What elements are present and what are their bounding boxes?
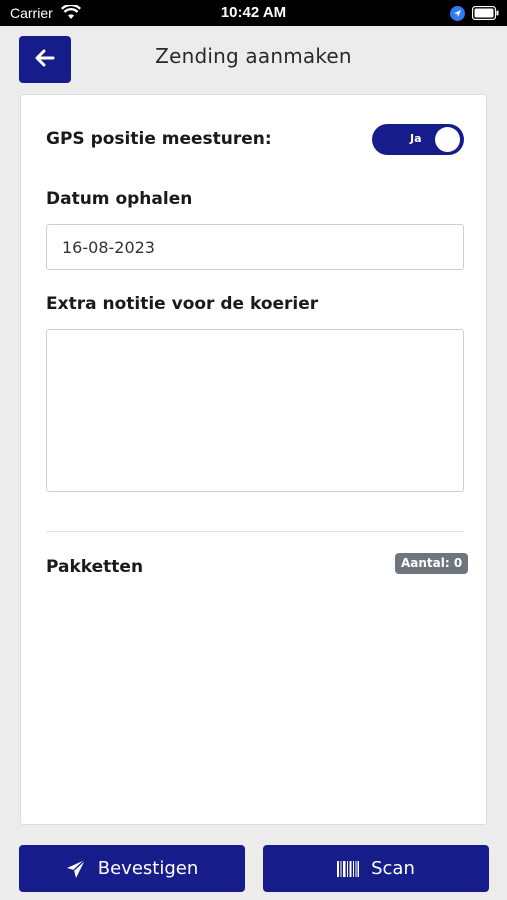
status-bar: Carrier 10:42 AM [0,0,507,26]
confirm-button[interactable]: Bevestigen [19,845,245,892]
barcode-icon [337,860,360,877]
divider [46,531,464,532]
toggle-knob [435,127,460,152]
gps-label: GPS positie meesturen: [46,129,272,149]
packages-label: Pakketten [46,557,144,577]
shipment-form-card: GPS positie meesturen: Ja Datum ophalen … [20,94,487,825]
paper-plane-icon [66,858,86,879]
battery-icon [471,5,499,25]
scan-button[interactable]: Scan [263,845,489,892]
page-title: Zending aanmaken [155,44,352,68]
back-button[interactable] [19,36,71,83]
gps-toggle[interactable]: Ja [372,124,464,155]
gps-toggle-label: Ja [410,132,422,145]
location-arrow-icon [450,6,465,26]
arrow-left-icon [35,49,55,71]
courier-note-label: Extra notitie voor de koerier [46,294,319,314]
pickup-date-label: Datum ophalen [46,189,193,209]
scan-button-label: Scan [371,858,415,879]
pickup-date-input[interactable] [46,224,464,270]
packages-count-badge: Aantal: 0 [395,553,469,574]
status-time: 10:42 AM [220,4,287,21]
courier-note-textarea[interactable] [46,329,464,492]
confirm-button-label: Bevestigen [97,858,199,879]
